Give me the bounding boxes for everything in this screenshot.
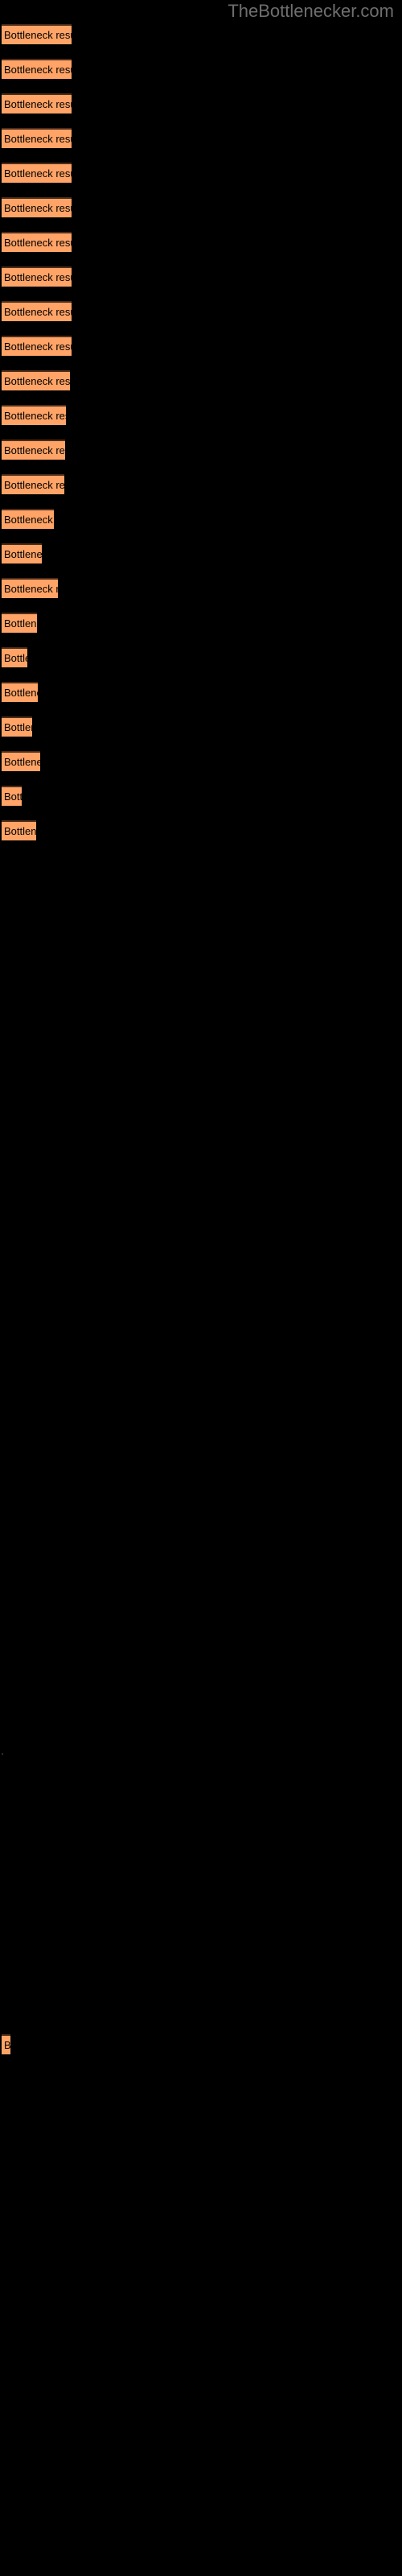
chart-bar-label: Bottleneck result (4, 721, 32, 733)
chart-bar: Bottleneck result (2, 543, 42, 564)
chart-bar-label: Bottleneck result (4, 444, 65, 456)
chart-bar-label: Bottleneck result (4, 652, 27, 664)
chart-bar-label: Bottleneck result (4, 341, 72, 353)
chart-bar: Bottleneck result (2, 336, 72, 356)
chart-bar-label: Bottleneck result (4, 791, 22, 803)
chart-bar: Bottleneck result (2, 266, 72, 287)
chart-bar-label: Bottleneck result (4, 687, 38, 699)
chart-bar: Bottleneck result (2, 613, 37, 633)
chart-bar-label: Bottleneck result (4, 548, 42, 560)
chart-bar: Bottleneck result (2, 2034, 10, 2054)
chart-bar-label: Bottleneck result (4, 167, 72, 180)
chart-bar: Bottleneck result (2, 24, 72, 44)
chart-bar: Bottleneck result (2, 647, 27, 667)
chart-bar-label: Bottleneck result (4, 756, 40, 768)
chart-bar-label: Bottleneck result (4, 306, 72, 318)
chart-bar-label: Bottleneck result (4, 64, 72, 76)
chart-bar: Bottleneck result (2, 301, 72, 321)
chart-bar: Bottleneck result (2, 716, 32, 737)
chart-bar-label: Bottleneck result (4, 271, 72, 283)
chart-bar: Bottleneck result (2, 682, 38, 702)
chart-bar-label: Bottleneck result (4, 479, 64, 491)
chart-bar-label: Bottleneck result (4, 237, 72, 249)
chart-bar-label: Bottleneck result (4, 583, 58, 595)
chart-bar-label: Bottleneck result (4, 98, 72, 110)
chart-bar: Bottleneck result (2, 232, 72, 252)
chart-bar: Bottleneck result (2, 93, 72, 114)
chart-bar-label: Bottleneck result (4, 375, 70, 387)
chart-bar-label: Bottleneck result (4, 825, 36, 837)
chart-bar-label: Bottleneck result (4, 29, 72, 41)
chart-bar: Bottleneck result (2, 370, 70, 390)
chart-bar: Bottleneck result (2, 820, 36, 840)
chart-bar: Bottleneck result (2, 128, 72, 148)
chart-bar: Bottleneck result (2, 474, 64, 494)
chart-bar-label: Bottleneck result (4, 617, 37, 630)
chart-bar: Bottleneck result (2, 786, 22, 806)
chart-bar: Bottleneck result (2, 440, 65, 460)
chart-bar-label: Bottleneck result (4, 514, 54, 526)
chart-bar: Bottleneck result (2, 163, 72, 183)
chart-bar-label: Bottleneck result (4, 133, 72, 145)
chart-bar: Bottleneck result (2, 578, 58, 598)
chart-bar-label: Bottleneck result (4, 410, 66, 422)
chart-bar-label: Bottleneck result (4, 202, 72, 214)
bottleneck-bar-chart: Bottleneck result Bottleneck result Bottle… (0, 0, 402, 2576)
chart-bar: Bottleneck result (2, 59, 72, 79)
chart-bar-label: Bottleneck result (4, 2039, 10, 2051)
chart-bar: Bottleneck result (2, 751, 40, 771)
chart-tick-mark (2, 1753, 3, 1755)
chart-bar: Bottleneck result (2, 405, 66, 425)
chart-bar: Bottleneck result (2, 197, 72, 217)
chart-bar: Bottleneck result (2, 509, 54, 529)
